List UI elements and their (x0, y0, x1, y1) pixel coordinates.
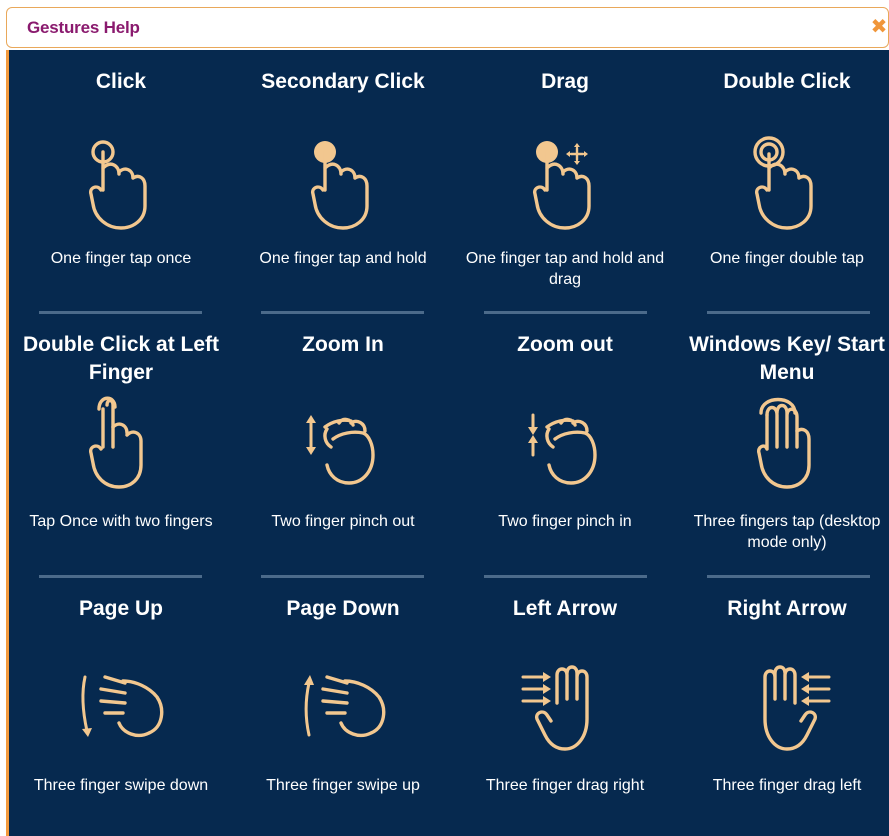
divider (39, 575, 202, 578)
gesture-secondary-click: Secondary Click One finger tap and hold (243, 68, 443, 318)
dialog-title: Gestures Help (27, 18, 140, 37)
gesture-desc: One finger tap and hold and drag (465, 250, 665, 288)
gesture-zoom-out: Zoom out Two finger pinch in (465, 331, 665, 581)
pinch-out-icon (306, 415, 375, 485)
gesture-desc: Two finger pinch in (498, 513, 632, 530)
divider (39, 311, 202, 314)
swipe-up-icon (304, 675, 386, 738)
gesture-page-up: Page Up Three finger swipe down (21, 595, 221, 835)
gesture-name: Left Arrow (512, 597, 618, 620)
dialog-titlebar: Gestures Help ✖ (6, 7, 889, 48)
gesture-click: Click One finger tap once (21, 68, 221, 318)
one-finger-hold-icon (311, 141, 369, 230)
gesture-desc: Three finger drag left (712, 777, 862, 794)
swipe-down-icon (81, 675, 164, 738)
gesture-desc: Tap Once with two fingers (29, 513, 213, 530)
pinch-in-icon (528, 413, 597, 485)
drag-left-icon (763, 665, 831, 751)
gesture-double-click: Double Click One finger double tap (687, 68, 887, 318)
one-finger-drag-icon (533, 141, 591, 230)
gesture-name: Page Up (78, 597, 164, 620)
gesture-right-arrow: Right Arrow Three finger drag left (687, 595, 887, 835)
two-finger-tap-icon (89, 396, 143, 489)
divider (261, 311, 424, 314)
gesture-name: Zoom out (517, 333, 613, 356)
gesture-name: Double Click (723, 70, 851, 93)
three-finger-tap-icon (757, 397, 811, 489)
gesture-name: Page Down (286, 597, 400, 620)
drag-right-icon (521, 665, 589, 751)
divider (707, 575, 870, 578)
gesture-name: Drag (541, 70, 589, 93)
gesture-double-click-left-finger: Double Click at Left Finger Tap Once wit… (21, 331, 221, 581)
gesture-left-arrow: Left Arrow Three finger drag right (465, 595, 665, 835)
gesture-name: Click (95, 70, 147, 93)
gesture-name: Zoom In (302, 333, 384, 356)
gesture-drag: Drag One finger tap and hold and drag (465, 68, 665, 318)
gesture-desc: Two finger pinch out (271, 513, 415, 530)
gesture-name: Right Arrow (727, 597, 847, 620)
gesture-page-down: Page Down Three finger swipe up (243, 595, 443, 835)
divider (484, 575, 647, 578)
gesture-name: Secondary Click (261, 70, 425, 93)
gesture-desc: One finger tap once (50, 250, 192, 267)
divider (484, 311, 647, 314)
gesture-desc: Three fingers tap (desktop mode only) (693, 513, 881, 551)
gesture-desc: One finger tap and hold (259, 250, 427, 267)
one-finger-tap-icon (89, 140, 147, 230)
divider (261, 575, 424, 578)
gesture-desc: One finger double tap (710, 250, 864, 267)
gestures-help-dialog: Gestures Help ✖ Click One finger tap onc… (6, 0, 889, 836)
gestures-panel: Click One finger tap once Secondary Clic… (6, 50, 889, 836)
gesture-windows-key: Windows Key/ Start Menu Three fingers ta… (687, 331, 887, 581)
gesture-name: Windows Key/ Start Menu (689, 333, 885, 384)
gesture-name: Double Click at Left Finger (22, 333, 220, 384)
divider (707, 311, 870, 314)
gesture-zoom-in: Zoom In Two finger pinch out (243, 331, 443, 581)
close-icon[interactable]: ✖ (868, 16, 889, 38)
gesture-desc: Three finger drag right (485, 777, 645, 794)
one-finger-double-tap-icon (753, 136, 813, 230)
gesture-desc: Three finger swipe up (266, 777, 420, 794)
gesture-desc: Three finger swipe down (33, 777, 209, 794)
